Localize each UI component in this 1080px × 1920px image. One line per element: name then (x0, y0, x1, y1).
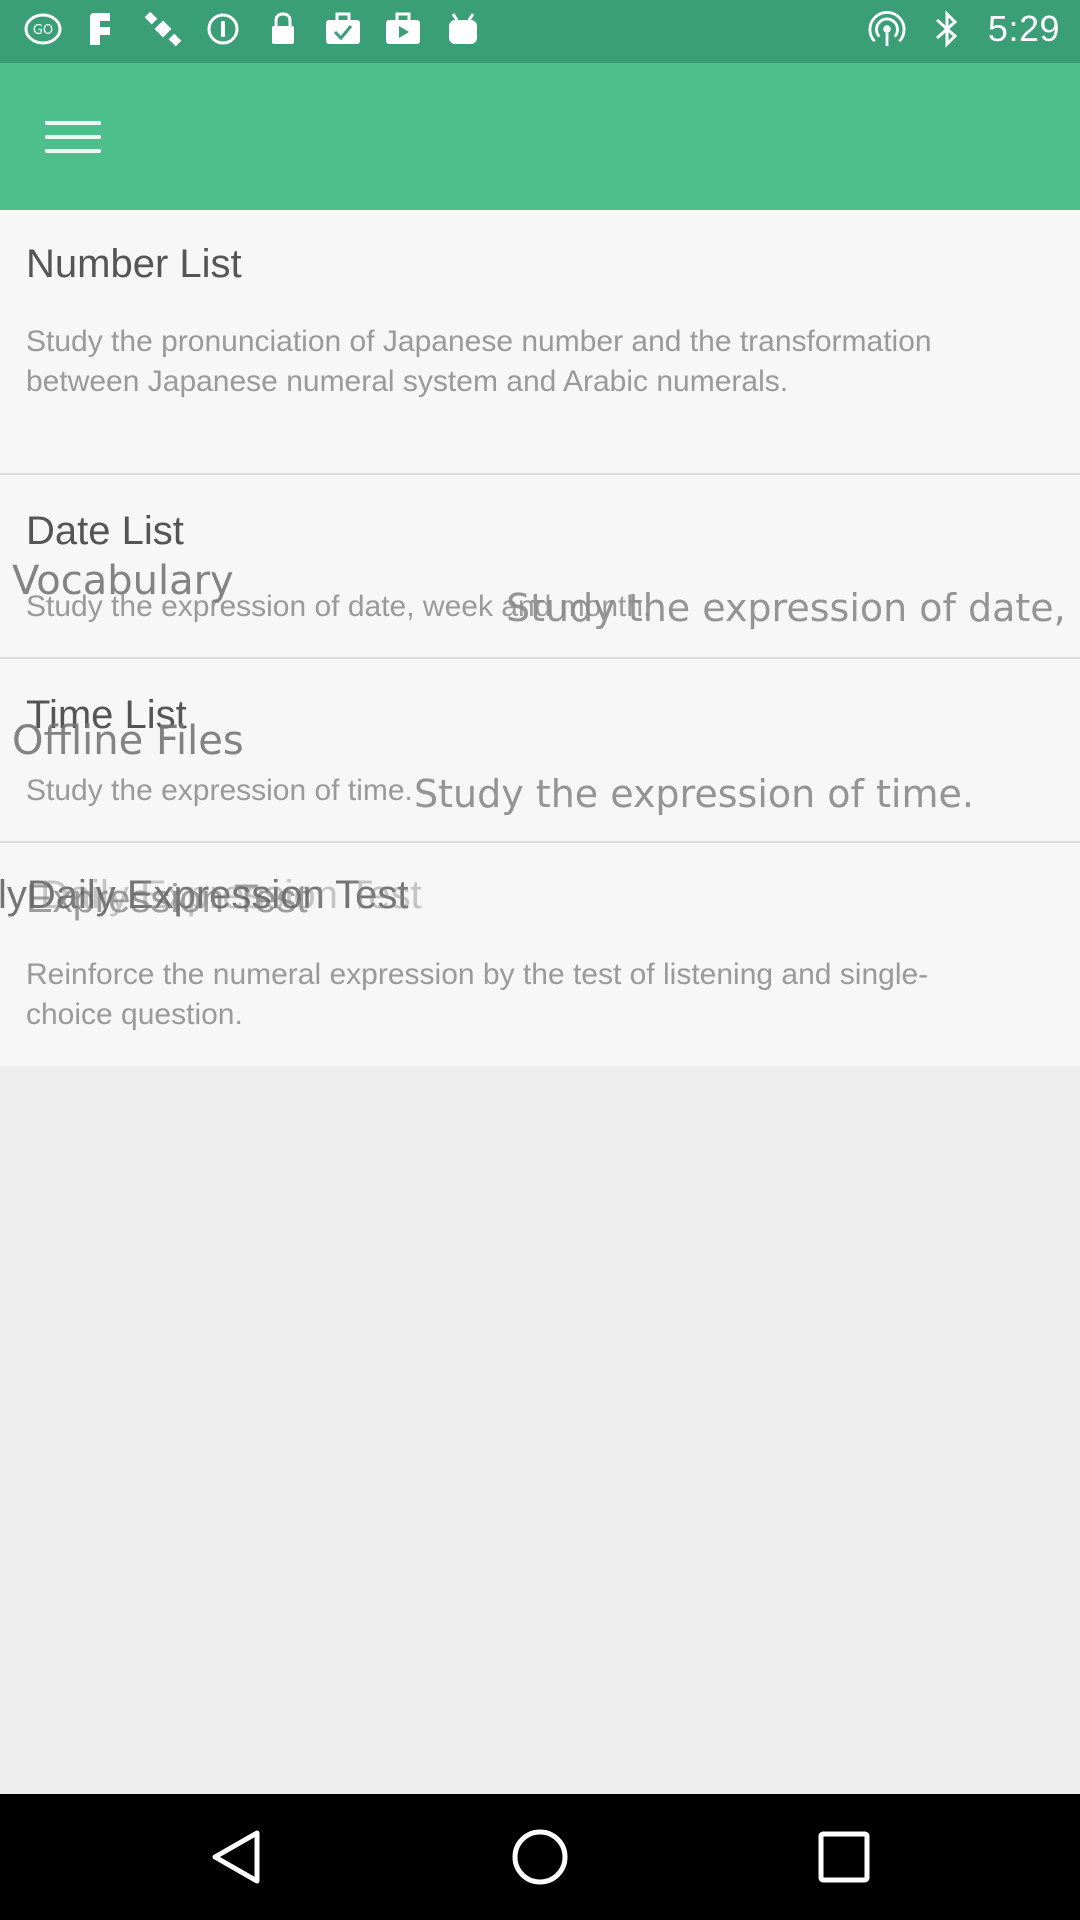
back-triangle-icon (212, 1830, 260, 1884)
drawer-item-offline-files-label[interactable]: Offline Files (12, 718, 244, 764)
info-icon (204, 10, 242, 48)
status-system-icons: 5:29 (868, 8, 1060, 50)
system-navigation-bar (0, 1794, 1080, 1920)
list-item-number-list[interactable]: Number List Study the pronunciation of J… (0, 210, 1080, 475)
study-list: Number List Study the pronunciation of J… (0, 210, 1080, 1066)
recents-button[interactable] (814, 1827, 874, 1887)
list-item-description: Study the pronunciation of Japanese numb… (26, 325, 932, 398)
satellite-icon (144, 10, 182, 48)
hamburger-menu-button[interactable] (40, 107, 106, 167)
bluetooth-icon (928, 8, 966, 50)
list-item-title: Date List (26, 509, 184, 553)
briefcase-play-icon (384, 10, 422, 48)
status-time: 5:29 (987, 8, 1060, 49)
fake-icon (84, 10, 122, 48)
hamburger-menu-icon (45, 121, 101, 153)
drawer-item-daily-expression-test-ghost-label: Daily Expression Test (40, 873, 422, 917)
android-icon (444, 10, 482, 48)
drawer-item-vocabulary-description: Study the expression of date, (506, 586, 1066, 630)
drawer-item-vocabulary-label[interactable]: Vocabulary (12, 558, 234, 604)
home-button[interactable] (510, 1827, 570, 1887)
briefcase-check-icon (324, 10, 362, 48)
lock-icon (264, 10, 302, 48)
app-toolbar (0, 63, 1080, 210)
back-button[interactable] (206, 1827, 266, 1887)
svg-text:GO: GO (33, 23, 53, 38)
home-circle-icon (512, 1829, 568, 1885)
app-screen: GO 5:29 Number List Study the pronunciat… (0, 0, 1080, 1920)
status-bar: GO 5:29 (0, 0, 1080, 63)
list-item-title: Number List (26, 242, 242, 286)
drawer-item-offline-files-description: Study the expression of time. (414, 772, 974, 816)
hotspot-icon (868, 8, 906, 50)
status-notification-icons: GO (24, 10, 482, 48)
go-icon: GO (24, 10, 62, 48)
list-item-description: Reinforce the numeral expression by the … (26, 958, 929, 1031)
recents-square-icon (818, 1831, 870, 1883)
